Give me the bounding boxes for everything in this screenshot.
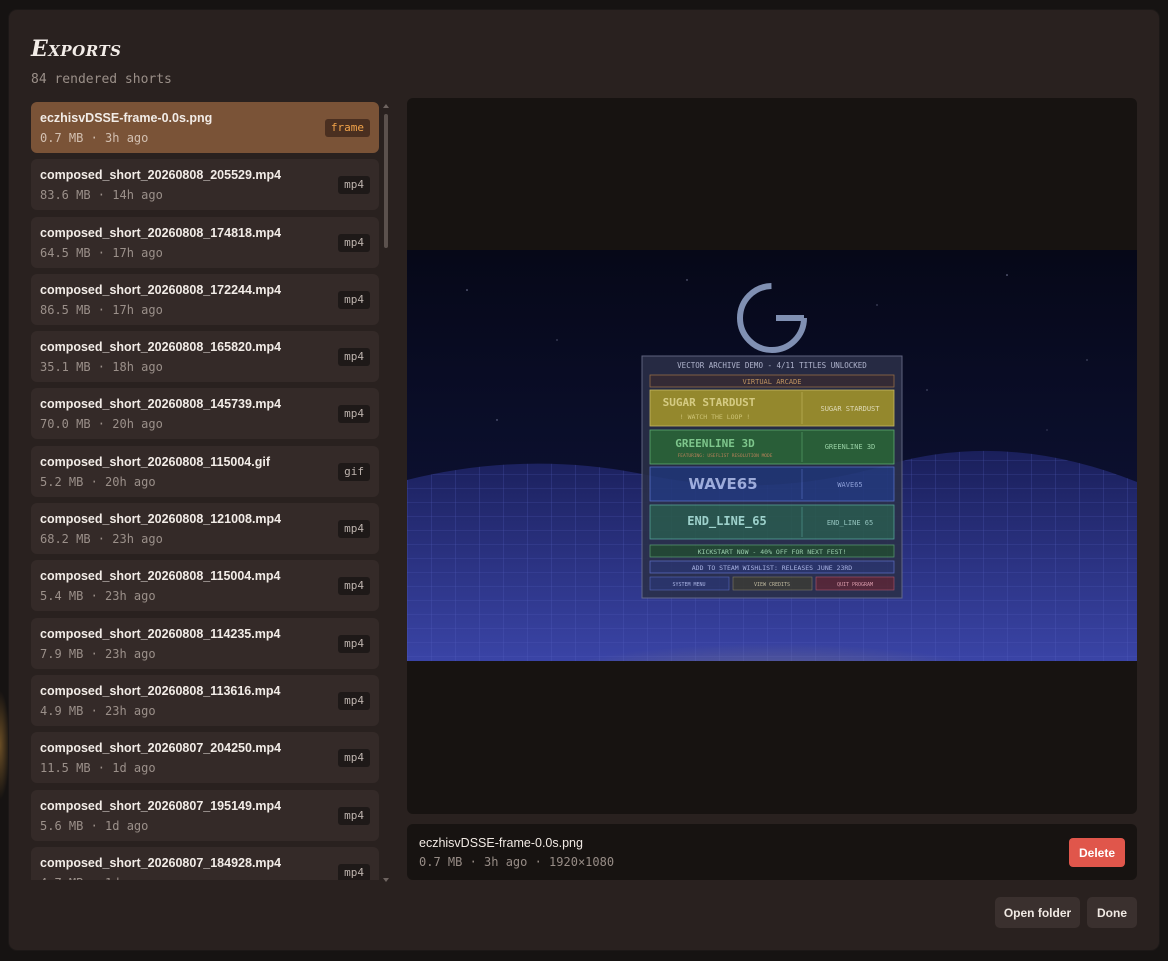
export-list-item[interactable]: composed_short_20260808_113616.mp4 4.9 MB… xyxy=(31,674,379,726)
export-file-name: composed_short_20260808_113616.mp4 xyxy=(40,683,281,698)
export-file-name: composed_short_20260808_121008.mp4 xyxy=(40,512,282,527)
file-type-badge: mp4 xyxy=(338,691,370,710)
footer-btn-1: SYSTEM MENU xyxy=(672,582,705,588)
export-file-meta: 35.1 MB · 18h ago xyxy=(40,360,163,375)
selected-file-info: eczhisvDSSE-frame-0.0s.png 0.7 MB · 3h a… xyxy=(407,824,1137,880)
export-file-name: composed_short_20260808_172244.mp4 xyxy=(40,282,282,297)
file-type-badge: mp4 xyxy=(338,290,370,309)
game-tag-1: ! WATCH THE LOOP ! xyxy=(680,413,750,421)
export-list-item[interactable]: composed_short_20260807_204250.mp4 11.5 M… xyxy=(31,732,379,784)
export-file-meta: 68.2 MB · 23h ago xyxy=(40,532,163,547)
dialog-title: Exports xyxy=(31,36,122,62)
menu-section-text: VIRTUAL ARCADE xyxy=(742,378,801,386)
export-file-meta: 86.5 MB · 17h ago xyxy=(40,302,163,317)
dialog-subtitle: 84 rendered shorts xyxy=(31,72,172,87)
game-title-3: WAVE65 xyxy=(688,475,757,493)
promo-text-1: KICKSTART NOW - 40% OFF FOR NEXT FEST! xyxy=(698,548,847,556)
file-type-badge: mp4 xyxy=(338,863,370,880)
export-file-meta: 5.4 MB · 23h ago xyxy=(40,589,156,604)
export-list-item[interactable]: composed_short_20260808_172244.mp4 86.5 M… xyxy=(31,273,379,325)
preview-pane: VECTOR ARCHIVE DEMO - 4/11 TITLES UNLOCK… xyxy=(407,98,1137,814)
export-file-name: eczhisvDSSE-frame-0.0s.png xyxy=(40,111,213,125)
file-type-badge: gif xyxy=(338,462,370,481)
export-file-name: composed_short_20260808_205529.mp4 xyxy=(40,168,282,183)
export-file-meta: 5.2 MB · 20h ago xyxy=(40,474,156,489)
export-list-item[interactable]: composed_short_20260807_195149.mp4 5.6 MB… xyxy=(31,789,379,841)
game-tag-2: FEATURING: USEFLIST RESOLUTION MODE xyxy=(678,453,773,459)
export-file-meta: 64.5 MB · 17h ago xyxy=(40,245,163,260)
export-file-name: composed_short_20260807_184928.mp4 xyxy=(40,855,282,870)
export-list-item[interactable]: composed_short_20260808_205529.mp4 83.6 M… xyxy=(31,159,379,211)
export-file-meta: 70.0 MB · 20h ago xyxy=(40,417,163,432)
footer-btn-2: VIEW CREDITS xyxy=(754,582,790,588)
export-file-name: composed_short_20260808_114235.mp4 xyxy=(40,626,281,641)
export-file-meta: 0.7 MB · 3h ago xyxy=(40,131,149,145)
preview-image: VECTOR ARCHIVE DEMO - 4/11 TITLES UNLOCK… xyxy=(407,250,1137,661)
file-type-badge: mp4 xyxy=(338,405,370,424)
file-type-badge: mp4 xyxy=(338,233,370,252)
footer-btn-3: QUIT PROGRAM xyxy=(837,582,873,588)
scroll-thumb[interactable] xyxy=(384,114,388,248)
list-scrollbar[interactable] xyxy=(382,102,390,882)
exports-list[interactable]: eczhisvDSSE-frame-0.0s.png 0.7 MB · 3h ag… xyxy=(31,102,391,880)
export-list-item[interactable]: composed_short_20260808_174818.mp4 64.5 M… xyxy=(31,216,379,268)
export-file-meta: 83.6 MB · 14h ago xyxy=(40,188,163,203)
file-type-badge: frame xyxy=(324,119,370,137)
export-file-name: composed_short_20260808_115004.gif xyxy=(40,454,270,469)
scroll-down-arrow-icon[interactable] xyxy=(383,878,389,882)
exports-dialog: Exports 84 rendered shorts eczhisvDSSE-f… xyxy=(9,10,1159,950)
export-file-meta: 7.9 MB · 23h ago xyxy=(40,646,156,661)
export-file-name: composed_short_20260807_204250.mp4 xyxy=(40,741,282,756)
selected-file-name: eczhisvDSSE-frame-0.0s.png xyxy=(419,836,583,850)
game-side-2: GREENLINE 3D xyxy=(825,443,876,451)
export-file-name: composed_short_20260808_165820.mp4 xyxy=(40,340,282,355)
export-list-item[interactable]: composed_short_20260808_165820.mp4 35.1 M… xyxy=(31,331,379,383)
export-list-item[interactable]: composed_short_20260808_115004.gif 5.2 MB… xyxy=(31,445,379,497)
export-list-item[interactable]: composed_short_20260808_121008.mp4 68.2 M… xyxy=(31,503,379,555)
file-type-badge: mp4 xyxy=(338,348,370,367)
export-file-meta: 11.5 MB · 1d ago xyxy=(40,761,156,776)
file-type-badge: mp4 xyxy=(338,806,370,825)
promo-text-2: ADD TO STEAM WISHLIST: RELEASES JUNE 23R… xyxy=(692,564,853,572)
file-type-badge: mp4 xyxy=(338,634,370,653)
done-button[interactable]: Done xyxy=(1087,897,1137,928)
export-list-item[interactable]: composed_short_20260807_184928.mp4 4.7 MB… xyxy=(31,846,379,880)
game-side-4: END_LINE 65 xyxy=(827,519,873,527)
file-type-badge: mp4 xyxy=(338,520,370,539)
export-list-item[interactable]: eczhisvDSSE-frame-0.0s.png 0.7 MB · 3h ag… xyxy=(31,102,379,153)
delete-button[interactable]: Delete xyxy=(1069,838,1125,867)
export-file-name: composed_short_20260808_115004.mp4 xyxy=(40,569,281,584)
export-file-meta: 4.7 MB · 1d ago xyxy=(40,876,148,880)
menu-header-text: VECTOR ARCHIVE DEMO - 4/11 TITLES UNLOCK… xyxy=(677,361,867,370)
game-title-2: GREENLINE 3D xyxy=(675,437,755,450)
export-file-name: composed_short_20260807_195149.mp4 xyxy=(40,798,282,813)
exports-list-inner: eczhisvDSSE-frame-0.0s.png 0.7 MB · 3h ag… xyxy=(31,102,379,880)
export-list-item[interactable]: composed_short_20260808_114235.mp4 7.9 MB… xyxy=(31,617,379,669)
file-type-badge: mp4 xyxy=(338,176,370,195)
export-list-item[interactable]: composed_short_20260808_115004.mp4 5.4 MB… xyxy=(31,560,379,612)
export-file-name: composed_short_20260808_145739.mp4 xyxy=(40,397,282,412)
export-file-meta: 4.9 MB · 23h ago xyxy=(40,703,156,718)
file-type-badge: mp4 xyxy=(338,577,370,596)
game-title-1: SUGAR STARDUST xyxy=(663,396,756,409)
game-side-1: SUGAR STARDUST xyxy=(820,405,880,413)
scroll-up-arrow-icon[interactable] xyxy=(383,104,389,108)
selected-file-meta: 0.7 MB · 3h ago · 1920×1080 xyxy=(419,855,615,869)
game-side-3: WAVE65 xyxy=(837,481,862,489)
export-file-meta: 5.6 MB · 1d ago xyxy=(40,818,149,833)
export-list-item[interactable]: composed_short_20260808_145739.mp4 70.0 M… xyxy=(31,388,379,440)
file-type-badge: mp4 xyxy=(338,749,370,768)
export-file-name: composed_short_20260808_174818.mp4 xyxy=(40,225,282,240)
open-folder-button[interactable]: Open folder xyxy=(995,897,1080,928)
game-title-4: END_LINE_65 xyxy=(687,514,766,529)
